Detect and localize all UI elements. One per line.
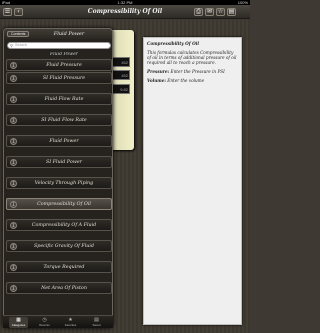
tab-favorites[interactable]: ★ Favorites	[61, 317, 80, 328]
list-item-label: Velocity Through Piping	[34, 181, 94, 186]
list-item-label: SI Fluid Flow Rate	[41, 118, 87, 123]
tab-recents[interactable]: ◷ Recents	[35, 317, 54, 328]
list-item[interactable]: Σ Compressibility Of A Fluid	[6, 219, 112, 231]
print-icon[interactable]: ⎙	[194, 8, 203, 16]
list-section-header: Fluid Power	[6, 52, 112, 58]
list-item[interactable]: Σ Fluid Power	[6, 135, 112, 147]
list-item-label: Compressibility Of Oil	[37, 202, 91, 207]
pressure-label: Pressure:	[147, 69, 170, 74]
list-item[interactable]: Σ Velocity Through Piping	[6, 177, 112, 189]
list-item[interactable]: Σ SI Fluid Flow Rate	[6, 114, 112, 126]
volume-text: Enter the volume	[167, 78, 205, 83]
formula-icon: Σ	[10, 180, 17, 187]
pressure-text: Enter the Pressure in PSI	[170, 69, 225, 74]
contents-back-button[interactable]: Contents	[7, 31, 30, 37]
list-item-label: SI Fluid Pressure	[42, 76, 86, 81]
pressure-help: Pressure: Enter the Pressure in PSI	[147, 69, 238, 74]
formula-icon: Σ	[10, 138, 17, 145]
search-input[interactable]: ⚲ Search	[7, 42, 111, 49]
section-header-label: Fluid Power	[49, 52, 78, 57]
formula-icon: Σ	[10, 75, 17, 82]
volume-help: Volume: Enter the volume	[147, 78, 238, 83]
formula-icon: Σ	[10, 62, 17, 69]
popover-title: Fluid Power	[53, 31, 85, 37]
description-title: Compressibility Of Oil	[147, 41, 199, 46]
list-item-label: Fluid Flow Rate	[44, 97, 84, 102]
formula-icon: Σ	[10, 96, 17, 103]
popover-header: Contents Fluid Power	[4, 29, 112, 39]
formula-icon: Σ	[10, 222, 17, 229]
list-item-label: Compressibility Of A Fluid	[31, 223, 97, 228]
mail-icon[interactable]: ✉	[205, 8, 214, 16]
list-item[interactable]: Σ Net Area Of Piston	[6, 282, 112, 294]
tab-label: Categories	[11, 323, 26, 327]
description-panel: Compressibility Of Oil This formulas cal…	[143, 37, 242, 325]
list-item-label: Fluid Power	[49, 139, 79, 144]
value-field-3[interactable]: 9.82	[112, 84, 130, 94]
list-item[interactable]: Σ SI Fluid Pressure	[6, 72, 112, 84]
list-item[interactable]: Σ Fluid Pressure	[6, 59, 112, 71]
formula-icon: Σ	[10, 201, 17, 208]
list-item-selected[interactable]: Σ Compressibility Of Oil	[6, 198, 112, 210]
tab-label: Favorites	[64, 323, 77, 327]
value-field-2[interactable]: 452	[112, 70, 130, 80]
formula-icon: Σ	[10, 159, 17, 166]
list-item[interactable]: Σ Specific Gravity Of Fluid	[6, 240, 112, 252]
volume-label: Volume:	[147, 78, 166, 83]
tab-label: Recents	[39, 323, 50, 327]
formula-icon: Σ	[10, 243, 17, 250]
formula-icon: Σ	[10, 264, 17, 271]
contents-popover: Contents Fluid Power ⚲ Search Fluid Powe…	[3, 28, 113, 328]
save-icon[interactable]: ▤	[227, 8, 236, 16]
tab-saved[interactable]: ▤ Saved	[87, 317, 106, 328]
formula-icon: Σ	[10, 285, 17, 292]
description-body: This formulas calculates Compressibility…	[147, 50, 237, 65]
star-icon[interactable]: ☆	[216, 8, 225, 16]
list-item-label: Net Area Of Piston	[41, 286, 87, 291]
value-field-1[interactable]: 452	[112, 57, 130, 67]
search-icon: ⚲	[10, 43, 13, 48]
list-item-label: Specific Gravity Of Fluid	[33, 244, 94, 249]
search-placeholder: Search	[15, 43, 28, 47]
formula-icon: Σ	[10, 117, 17, 124]
list-item-label: Torque Required	[43, 265, 85, 270]
nav-bar: ☰ ‹ Compressibility Of Oil ⎙ ✉ ☆ ▤	[0, 5, 250, 19]
tab-label: Saved	[92, 323, 101, 327]
list-item-label: SI Fluid Power	[46, 160, 82, 165]
list-item[interactable]: Σ SI Fluid Power	[6, 156, 112, 168]
tab-categories[interactable]: ▦ Categories	[9, 317, 28, 328]
list-item[interactable]: Σ Torque Required	[6, 261, 112, 273]
list-item-label: Fluid Pressure	[46, 63, 82, 68]
tab-bar: ▦ Categories ◷ Recents ★ Favorites ▤ Sav…	[3, 315, 113, 328]
list-item[interactable]: Σ Fluid Flow Rate	[6, 93, 112, 105]
